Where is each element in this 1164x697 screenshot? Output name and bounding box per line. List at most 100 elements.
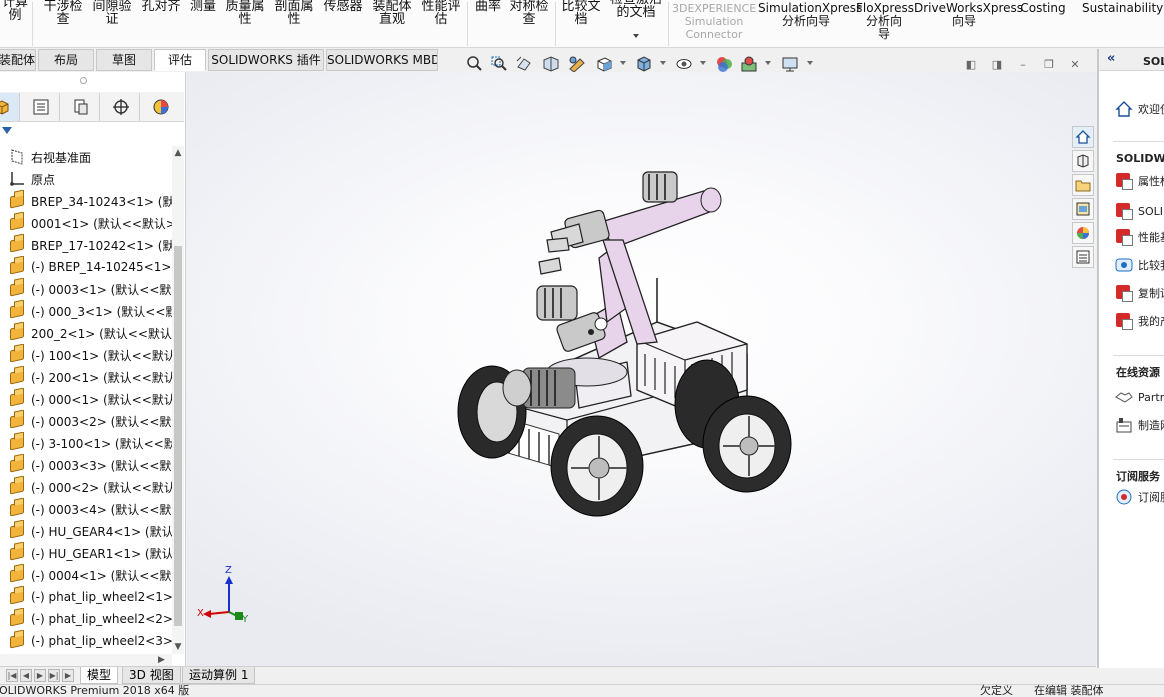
compare-documents-button[interactable]: 比较文 档 <box>559 0 603 26</box>
floxpress-button[interactable]: FloXpress 分析向 导 <box>856 2 914 41</box>
tool-item[interactable]: 属性标签编制程序 <box>1099 171 1164 191</box>
tree-item-component[interactable]: (-) HU_GEAR1<1> (默认< <box>0 542 172 564</box>
tree-item-component[interactable]: (-) 0003<4> (默认<<默认 <box>0 498 172 520</box>
minimize-icon[interactable]: – <box>1016 58 1030 72</box>
tool-item[interactable]: 我的产品 <box>1099 311 1164 331</box>
tree-item-right-plane[interactable]: 右视基准面 <box>0 146 172 168</box>
assemblyxpert-button[interactable]: 装配体 直观 <box>370 0 414 26</box>
hide-show-items-icon[interactable] <box>674 55 694 73</box>
scrollbar-thumb[interactable] <box>174 246 182 626</box>
tree-item-component[interactable]: 200_2<1> (默认<<默认> <box>0 322 172 344</box>
close-icon[interactable]: ✕ <box>1068 58 1082 72</box>
last-tab-icon[interactable]: ▶| <box>48 669 60 682</box>
tree-item-component[interactable]: BREP_17-10242<1> (默认 <box>0 234 172 256</box>
tree-item-component[interactable]: (-) 200<1> (默认<<默认> <box>0 366 172 388</box>
tab-model[interactable]: 模型 <box>80 667 119 684</box>
tree-item-component[interactable]: (-) 000_3<1> (默认<<默认 <box>0 300 172 322</box>
symmetry-check-button[interactable]: 对称检 查 <box>507 0 551 26</box>
appearances-icon[interactable] <box>1072 222 1094 244</box>
driveworksxpress-button[interactable]: DriveWorksXpress 向导 <box>914 2 1023 28</box>
section-view-icon[interactable] <box>541 55 561 73</box>
chevron-down-icon[interactable] <box>765 61 771 65</box>
tile-left-icon[interactable]: ◧ <box>964 58 978 72</box>
tile-right-icon[interactable]: ◨ <box>990 58 1004 72</box>
zoom-to-fit-icon[interactable] <box>464 55 484 73</box>
zoom-to-area-icon[interactable] <box>489 55 509 73</box>
welcome-link[interactable]: 欢迎使用 SOLIDWORKS <box>1099 99 1164 119</box>
tree-item-component[interactable]: (-) phat_lip_wheel2<2> ( <box>0 608 172 630</box>
tree-item-component[interactable]: (-) 0003<2> (默认<<默认 <box>0 410 172 432</box>
sensor-button[interactable]: 传感器 <box>321 0 365 13</box>
tree-item-component[interactable]: (-) HU_GEAR4<1> (默认< <box>0 520 172 542</box>
scroll-up-icon[interactable]: ▲ <box>173 148 183 158</box>
chevron-down-icon[interactable] <box>660 61 666 65</box>
mass-properties-button[interactable]: 质量属 性 <box>223 0 267 26</box>
view-settings-icon[interactable] <box>780 55 800 73</box>
view-orientation-icon[interactable] <box>594 55 614 73</box>
tool-item[interactable]: 性能基准测试 <box>1099 227 1164 247</box>
check-active-document-button[interactable]: 检查激活 的文档 <box>607 0 665 19</box>
tree-item-component[interactable]: (-) 0004<1> (默认<<默认 <box>0 564 172 586</box>
tree-item-component[interactable]: (-) 0003<1> (默认<<默认 <box>0 278 172 300</box>
scroll-down-icon[interactable]: ▼ <box>173 642 183 652</box>
custom-properties-icon[interactable] <box>1072 246 1094 268</box>
dynamic-annotation-views-icon[interactable] <box>567 55 587 73</box>
measure-button[interactable]: 测量 <box>187 0 219 13</box>
tree-vertical-scrollbar[interactable]: ▲ ▼ <box>172 146 184 654</box>
chevron-down-icon[interactable] <box>807 61 813 65</box>
tree-item-component[interactable]: (-) 000<1> (默认<<默认> <box>0 388 172 410</box>
feature-manager-icon[interactable] <box>0 93 20 121</box>
graphics-area[interactable]: Z X Y <box>187 72 1096 666</box>
chevron-down-icon[interactable] <box>633 34 639 38</box>
solidworks-resources-icon[interactable] <box>1072 126 1094 148</box>
tree-item-component[interactable]: (-) 0003<3> (默认<<默认 <box>0 454 172 476</box>
configuration-manager-icon[interactable] <box>62 93 100 121</box>
interference-detection-button[interactable]: 干涉检 查 <box>41 0 85 26</box>
tree-item-origin[interactable]: 原点 <box>0 168 172 190</box>
apply-scene-icon[interactable] <box>739 55 759 73</box>
tab-assembly[interactable]: 装配体 <box>0 49 36 71</box>
filter-icon[interactable] <box>2 127 12 134</box>
3dexperience-simulation-connector-button[interactable]: 3DEXPERIENCE Simulation Connector <box>672 2 756 41</box>
tab-motion-study[interactable]: 运动算例 1 <box>182 667 256 684</box>
dimxpert-icon[interactable] <box>102 93 140 121</box>
clearance-verification-button[interactable]: 间隙验 证 <box>90 0 134 26</box>
chevron-down-icon[interactable] <box>620 61 626 65</box>
tool-item[interactable]: 复制设定向导 <box>1099 283 1164 303</box>
tab-sketch[interactable]: 草图 <box>96 49 152 71</box>
curvature-button[interactable]: 曲率 <box>472 0 504 13</box>
view-palette-icon[interactable] <box>1072 198 1094 220</box>
first-tab-icon[interactable]: |◀ <box>6 669 18 682</box>
performance-evaluation-button[interactable]: 性能评 估 <box>419 0 463 26</box>
tab-3d-view[interactable]: 3D 视图 <box>122 667 181 684</box>
tree-horizontal-scrollbar[interactable]: ▶ <box>0 654 172 666</box>
online-item[interactable]: Partner Solutions <box>1099 387 1164 407</box>
display-style-icon[interactable] <box>634 55 654 73</box>
previous-view-icon[interactable] <box>514 55 534 73</box>
restore-icon[interactable]: ❐ <box>1042 58 1056 72</box>
tool-item[interactable]: SOLIDWORKS Rx <box>1099 201 1164 221</box>
tree-item-component[interactable]: (-) 100<1> (默认<<默认> <box>0 344 172 366</box>
design-library-icon[interactable] <box>1072 150 1094 172</box>
tab-scroll-icon[interactable]: ▶ <box>62 669 74 682</box>
previous-tab-icon[interactable]: ◀ <box>20 669 32 682</box>
tree-item-component[interactable]: (-) BREP_14-10245<1> ( <box>0 256 172 278</box>
tool-item[interactable]: 比较我的分数 <box>1099 255 1164 275</box>
tree-item-component[interactable]: (-) 3-100<1> (默认<<默认 <box>0 432 172 454</box>
tab-layout[interactable]: 布局 <box>38 49 94 71</box>
costing-button[interactable]: Costing <box>1018 2 1068 15</box>
ribbon-calc-button[interactable]: 计算 例 <box>0 0 30 22</box>
tree-item-component[interactable]: 0001<1> (默认<<默认>_ <box>0 212 172 234</box>
tree-item-component[interactable]: (-) phat_lip_wheel2<1> ( <box>0 586 172 608</box>
scroll-right-icon[interactable]: ▶ <box>158 655 165 665</box>
file-explorer-icon[interactable] <box>1072 174 1094 196</box>
simulationxpress-button[interactable]: SimulationXpress 分析向导 <box>758 2 862 28</box>
tree-item-component[interactable]: BREP_34-10243<1> (默认 <box>0 190 172 212</box>
tree-item-component[interactable]: (-) phat_lip_wheel2<3> ( <box>0 630 172 652</box>
next-tab-icon[interactable]: ▶ <box>34 669 46 682</box>
sustainability-button[interactable]: Sustainability <box>1082 2 1164 15</box>
chevron-down-icon[interactable] <box>700 61 706 65</box>
section-properties-button[interactable]: 剖面属 性 <box>272 0 316 26</box>
subscription-item[interactable]: 订阅服务 <box>1099 487 1164 507</box>
tree-item-component[interactable]: (-) 000<2> (默认<<默认> <box>0 476 172 498</box>
